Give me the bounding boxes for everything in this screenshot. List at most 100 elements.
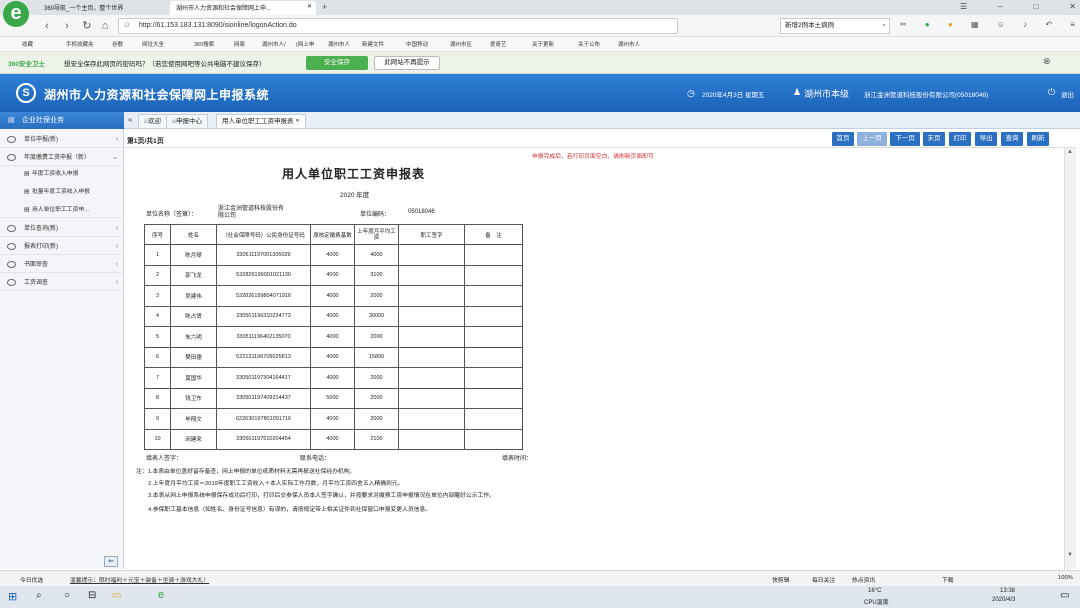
browser-taskbar-icon[interactable]: e (158, 589, 164, 601)
search-input[interactable]: 新增2例本土病例 ⌕ (780, 18, 890, 34)
bookmark-item[interactable]: 手机收藏夹 (66, 40, 94, 48)
windows-start-icon[interactable]: ⊞ (8, 590, 17, 603)
ticker-text[interactable]: 温馨提示：限时福利＋元宝＋装备＋坐骑＋游戏大礼！ (70, 575, 209, 584)
task-view-icon[interactable]: ○ (64, 590, 70, 601)
multitask-icon[interactable]: ⊟ (88, 590, 96, 601)
notification-icon[interactable]: ▭ (1060, 590, 1069, 601)
orange-dot-icon[interactable]: ● (948, 20, 953, 29)
menu-icon[interactable]: ☰ (960, 2, 967, 11)
close-icon[interactable]: ✕ (295, 118, 299, 124)
sidebar-subitem-annual-income[interactable]: ▤ 年度工资收入申报 (0, 166, 124, 182)
zoom-level[interactable]: 100% (1058, 575, 1073, 581)
grid-icon[interactable]: ▦ (971, 20, 979, 29)
close-window-icon[interactable]: ✕ (1069, 2, 1076, 11)
never-prompt-button[interactable]: 此网站不再提示 (374, 56, 440, 70)
tab-welcome[interactable]: ⌂欢迎 (138, 114, 167, 128)
bookmark-item[interactable]: 360搜索 (194, 40, 214, 48)
bell-icon[interactable]: ♪ (1023, 20, 1027, 29)
daily-picks-link[interactable]: 今日优选 (20, 575, 43, 584)
scroll-down-icon[interactable]: ▼ (1067, 552, 1073, 558)
os-taskbar: ⊞ ⌕ ○ ⊟ ▭ e 16°C CPU温度 13:38 2020/4/3 ▭ (0, 586, 1080, 608)
tab-scroll-left-icon[interactable]: « (128, 115, 132, 124)
prev-page-button[interactable]: 上一页 (857, 132, 887, 146)
bookmark-item[interactable]: 网址大全 (142, 40, 164, 48)
clock-time[interactable]: 13:38 (1000, 588, 1015, 594)
tab-declare-center[interactable]: ⌂申报中心 (166, 114, 208, 128)
bookmark-item[interactable]: 收藏 (22, 40, 33, 48)
collapse-sidebar-icon[interactable]: ⇐ (104, 556, 118, 567)
sidebar-item-written-review[interactable]: 书面审查 › (0, 257, 124, 273)
close-bar-icon[interactable]: ⊗ (1043, 56, 1051, 67)
print-button[interactable]: 打印 (949, 132, 971, 146)
table-cell: 钱卫东 (170, 387, 217, 409)
bookmark-item[interactable]: 网易 (234, 40, 245, 48)
logout-link[interactable]: 退出 (1061, 89, 1074, 99)
more-icon[interactable]: ≡ (1070, 20, 1075, 29)
last-page-button[interactable]: 末页 (923, 132, 945, 146)
next-page-button[interactable]: 下一页 (890, 132, 920, 146)
col-header: 备 注 (464, 224, 523, 245)
bookmark-item[interactable]: 湖州市区 (450, 40, 472, 48)
hot-news-link[interactable]: 热点资讯 (852, 575, 875, 584)
safe-save-button[interactable]: 安全保存 (306, 56, 368, 70)
bookmark-item[interactable]: 湖州市人 (618, 40, 640, 48)
sidebar-item-annual-wage[interactable]: 年度缴费工资申报（新） ⌄ (0, 150, 124, 166)
vertical-scrollbar[interactable]: ▲ ▼ (1064, 148, 1076, 569)
sidebar-item-unit-declare[interactable]: 单位申报(新) › (0, 132, 124, 148)
search-icon[interactable]: ⌕ (36, 590, 42, 601)
browser-tab-active[interactable]: 湖州市人力资源和社会保障网上申... ✕ (170, 1, 316, 15)
bookmarks-bar: 收藏 手机收藏夹 谷歌 网址大全 360搜索 网易 湖州市人/ (网上申 湖州市人 新建文件 中国移… (0, 37, 1080, 52)
bookmark-item[interactable]: 新建文件 (362, 40, 384, 48)
window-controls: ☰ – □ ✕ (960, 2, 1076, 11)
app-company[interactable]: 浙江金洲管道科技股份有限公司(05018046) (864, 89, 988, 99)
sidebar-item-unit-query[interactable]: 单位查询(新) › (0, 221, 124, 237)
bookmark-item[interactable]: 湖州市人/ (262, 40, 286, 48)
bookmark-item[interactable]: 关于更新 (532, 40, 554, 48)
bookmark-item[interactable]: 谷歌 (112, 40, 123, 48)
user-icon[interactable]: ☺ (997, 20, 1005, 29)
forward-icon[interactable]: › (60, 19, 74, 33)
chat-icon (7, 154, 16, 161)
green-dot-icon[interactable]: ● (925, 20, 930, 29)
sidebar-item-label: 单位查询(新) (24, 226, 58, 232)
query-button[interactable]: 查询 (1001, 132, 1023, 146)
tab-label: 360导航_一个主页，整个世界 (44, 6, 124, 12)
file-explorer-icon[interactable]: ▭ (112, 590, 121, 601)
close-icon[interactable]: ✕ (307, 3, 312, 10)
refresh-button[interactable]: 刷新 (1027, 132, 1049, 146)
search-icon[interactable]: ⌕ (882, 19, 886, 33)
address-bar[interactable]: ⊙ http://61.153.183.131:8090/sionline/lo… (118, 18, 678, 34)
export-button[interactable]: 导出 (975, 132, 997, 146)
undo-icon[interactable]: ↶ (1045, 20, 1052, 29)
table-cell: 4000 (310, 285, 355, 307)
back-icon[interactable]: ‹ (40, 19, 54, 33)
bookmark-item[interactable]: 湖州市人 (328, 40, 350, 48)
unit-name-label: 单位名称（签章）： (146, 212, 198, 218)
sidebar-header[interactable]: ▤ 企业社保业务 (0, 112, 124, 129)
daily-follow-link[interactable]: 每日关注 (812, 575, 835, 584)
sidebar-subitem-batch-income[interactable]: ▤ 批量年度工资收入申报 (0, 184, 124, 200)
bookmark-item[interactable]: (网上申 (296, 40, 314, 48)
sidebar-subitem-employee-wage[interactable]: ▤ 用人单位职工工资申... (0, 202, 124, 218)
new-tab-icon[interactable]: + (322, 2, 327, 12)
first-page-button[interactable]: 首页 (832, 132, 854, 146)
reload-icon[interactable]: ↻ (80, 19, 94, 33)
bookmark-item[interactable]: 爱奇艺 (490, 40, 507, 48)
scissors-icon[interactable]: ✂ (900, 20, 907, 29)
browser-tab-360[interactable]: 360导航_一个主页，整个世界 (38, 1, 164, 15)
bookmark-item[interactable]: 中国移动 (406, 40, 428, 48)
scroll-up-icon[interactable]: ▲ (1067, 149, 1073, 155)
minimize-icon[interactable]: – (998, 2, 1002, 11)
sidebar-item-report-print[interactable]: 报表打印(新) › (0, 239, 124, 255)
video-edit-link[interactable]: 快剪辑 (772, 575, 789, 584)
maximize-icon[interactable]: □ (1034, 2, 1039, 11)
table-cell (464, 387, 523, 409)
bookmark-item[interactable]: 关于公布 (578, 40, 600, 48)
power-icon[interactable]: ⏻ (1048, 87, 1055, 98)
clock-date[interactable]: 2020/4/3 (992, 597, 1015, 603)
home-icon[interactable]: ⌂ (98, 19, 112, 33)
download-link[interactable]: 下载 (942, 575, 954, 584)
tab-employee-wage-report[interactable]: 用人单位职工工资申报表 ✕ (216, 114, 306, 128)
table-cell: 4000 (310, 326, 355, 348)
sidebar-item-wage-survey[interactable]: 工资调查 › (0, 275, 124, 291)
